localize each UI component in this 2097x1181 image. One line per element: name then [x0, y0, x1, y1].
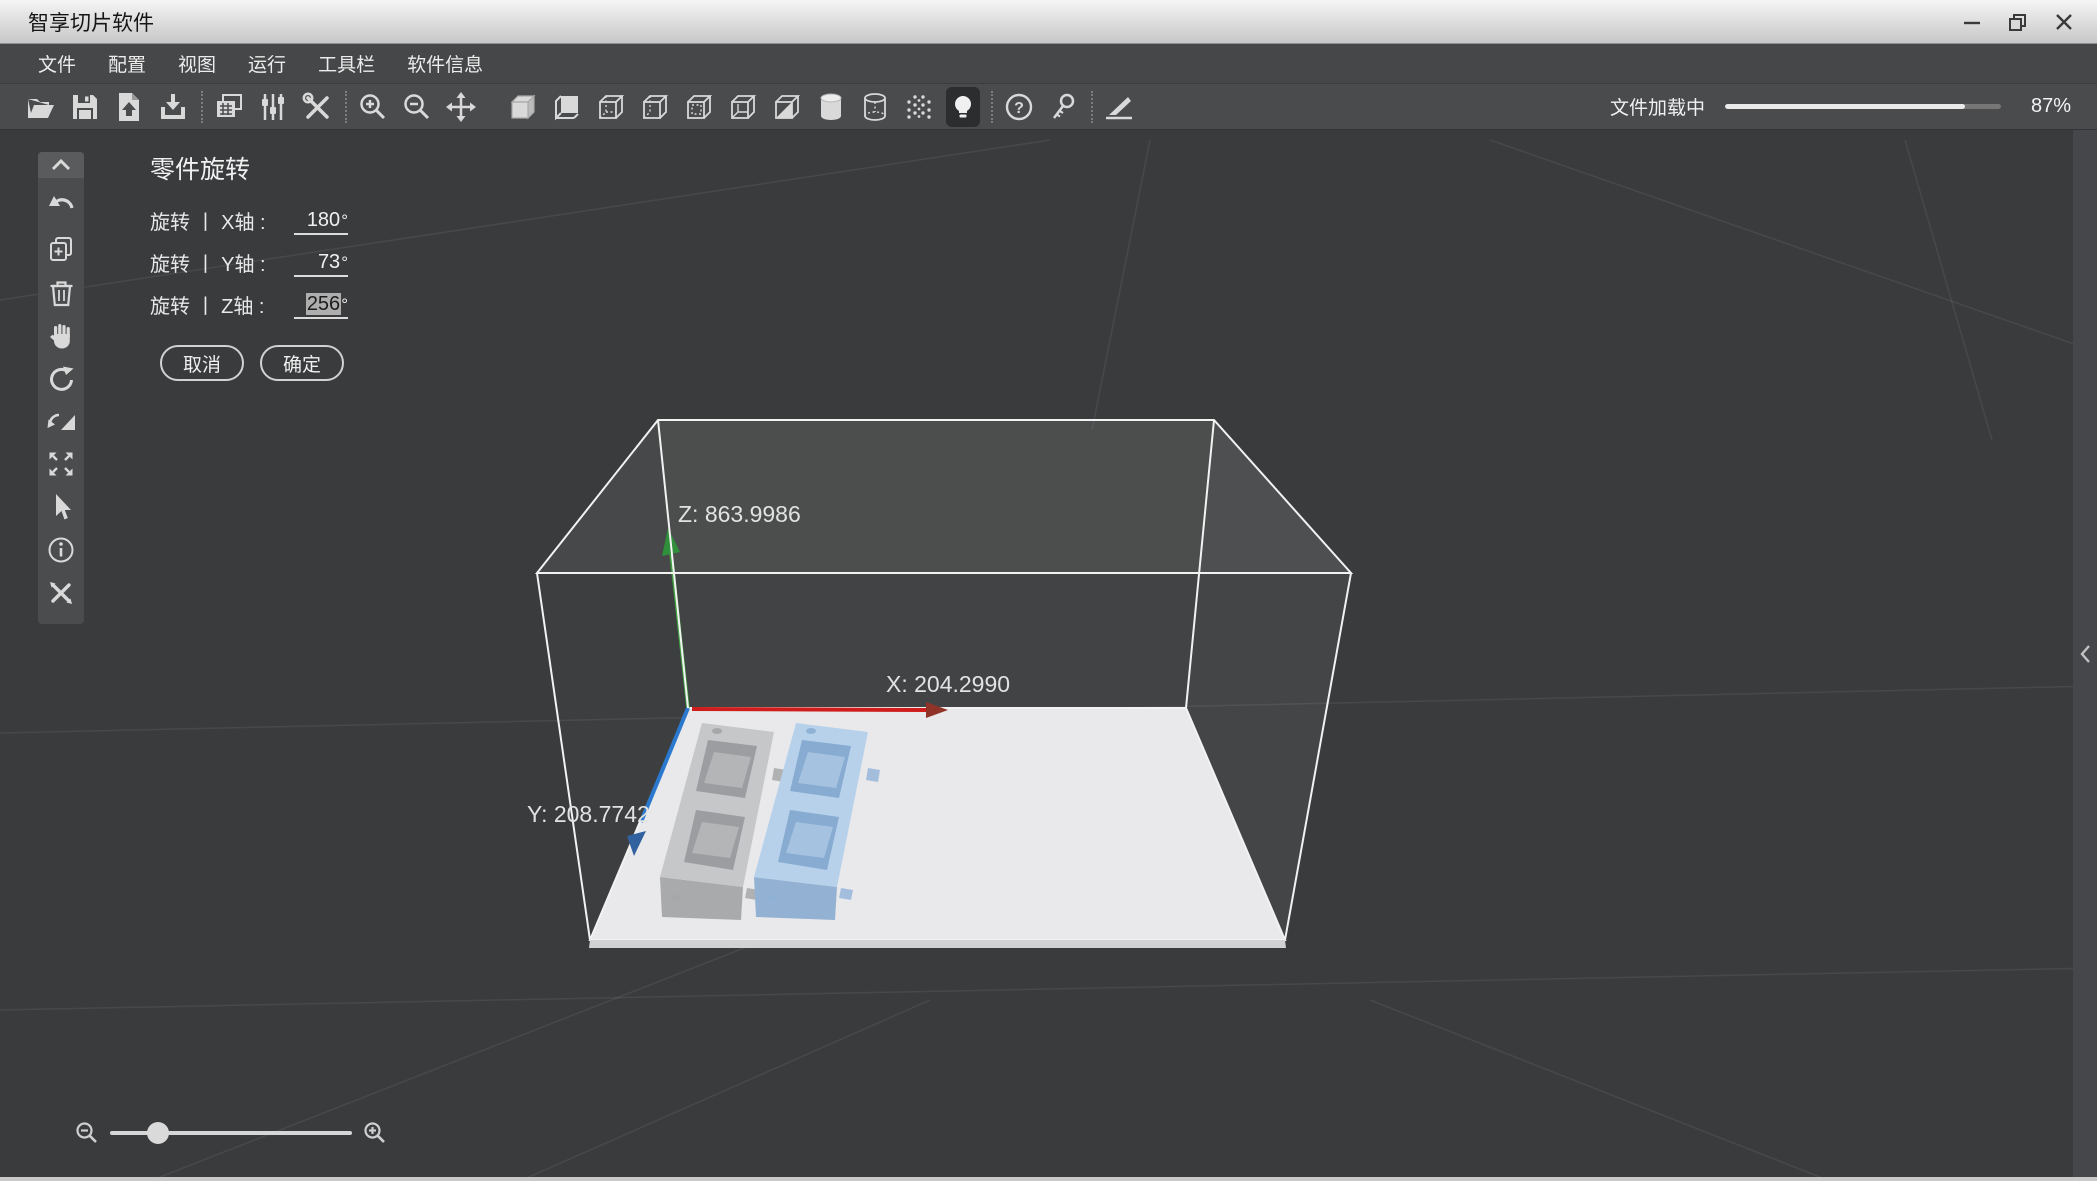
title-bar: 智享切片软件: [0, 0, 2097, 44]
menu-about[interactable]: 软件信息: [401, 46, 489, 81]
app-title: 智享切片软件: [28, 11, 154, 35]
toolbar-separator: [1091, 90, 1093, 123]
close-button[interactable]: [2041, 0, 2087, 44]
rotate-ccw-icon[interactable]: [41, 358, 81, 398]
progress-percent: 87%: [2030, 95, 2071, 117]
menu-config[interactable]: 配置: [102, 46, 152, 81]
rotate-z-row: 旋转 丨 Z轴 : 256°: [150, 290, 348, 319]
window-controls: [1949, 0, 2087, 44]
panel-buttons: 取消 确定: [160, 345, 380, 381]
view-open-box-icon[interactable]: [726, 87, 760, 127]
copy-plate-icon[interactable]: [212, 87, 246, 127]
file-loading-progress: 文件加载中 87%: [1610, 93, 2071, 120]
progress-fill: [1725, 104, 1966, 109]
duplicate-icon[interactable]: [41, 229, 81, 269]
repair-tools-icon[interactable]: [41, 573, 81, 613]
rotate-y-row: 旋转 丨 Y轴 : 73°: [150, 248, 348, 277]
rotate-x-label: 旋转 丨 X轴 :: [150, 212, 266, 234]
degree-sign: °: [341, 253, 348, 272]
rotate-z-input[interactable]: 256°: [294, 293, 348, 319]
pan-hand-icon[interactable]: [41, 315, 81, 355]
rotate-y-label: 旋转 丨 Y轴 :: [150, 254, 266, 276]
part-rotation-panel: 零件旋转 旋转 丨 X轴 : 180° 旋转 丨 Y轴 : 73° 旋转 丨 Z…: [150, 150, 380, 381]
left-tool-strip: [38, 152, 84, 624]
menu-run[interactable]: 运行: [242, 46, 292, 81]
light-toggle-icon[interactable]: [946, 86, 980, 127]
svg-text:?: ?: [1014, 100, 1024, 117]
undo-icon[interactable]: [41, 186, 81, 226]
degree-sign: °: [341, 211, 348, 230]
view-section-icon[interactable]: [770, 87, 804, 127]
view-backface-icon[interactable]: [550, 87, 584, 127]
help-icon[interactable]: ?: [1002, 87, 1036, 127]
menu-toolbar[interactable]: 工具栏: [312, 46, 381, 81]
progress-label: 文件加载中: [1609, 98, 1705, 119]
rotate-z-label: 旋转 丨 Z轴 :: [150, 296, 265, 318]
progress-bar: [1725, 104, 2001, 109]
rotate-y-input[interactable]: 73°: [294, 251, 348, 277]
x-axis-label: X: 204.2990: [886, 671, 1010, 697]
cancel-button[interactable]: 取消: [160, 345, 244, 381]
panel-title: 零件旋转: [150, 156, 251, 184]
zoom-out-icon[interactable]: [400, 87, 434, 127]
zoom-slider-track[interactable]: [110, 1131, 352, 1135]
zoom-in-plus-icon[interactable]: [362, 1120, 388, 1146]
toolbar-separator: [991, 90, 993, 123]
save-file-icon[interactable]: [68, 87, 102, 127]
view-wireframe-3-icon[interactable]: [682, 87, 716, 127]
view-wireframe-1-icon[interactable]: [594, 87, 628, 127]
cylinder-solid-icon[interactable]: [814, 87, 848, 127]
slice-knife-icon[interactable]: [1102, 87, 1136, 127]
parameter-sliders-icon[interactable]: [256, 87, 290, 127]
menu-file[interactable]: 文件: [32, 46, 82, 81]
viewport-zoom-control: [74, 1116, 388, 1150]
minimize-button[interactable]: [1949, 0, 1995, 44]
zoom-out-minus-icon[interactable]: [74, 1120, 100, 1146]
info-icon[interactable]: [41, 530, 81, 570]
chevron-left-icon: [2080, 644, 2090, 663]
menu-view[interactable]: 视图: [172, 46, 222, 81]
selected-text: 256: [305, 293, 342, 315]
rotate-x-input[interactable]: 180°: [294, 209, 348, 235]
open-file-icon[interactable]: [24, 87, 58, 127]
mirror-icon[interactable]: [41, 401, 81, 441]
tools-icon[interactable]: [300, 87, 334, 127]
build-plate-edge: [589, 940, 1286, 948]
z-axis-label: Z: 863.9986: [678, 501, 801, 527]
right-panel-toggle[interactable]: [2073, 130, 2097, 1177]
rotate-x-row: 旋转 丨 X轴 : 180°: [150, 206, 348, 235]
toolbar-separator: [201, 90, 203, 123]
delete-icon[interactable]: [41, 272, 81, 312]
move-icon[interactable]: [444, 87, 478, 127]
collapse-up-icon[interactable]: [38, 152, 84, 178]
restore-button[interactable]: [1995, 0, 2041, 44]
zoom-in-icon[interactable]: [356, 87, 390, 127]
point-cloud-icon[interactable]: [902, 87, 936, 127]
main-toolbar: ? 文件加载中 87%: [0, 84, 2097, 130]
select-cursor-icon[interactable]: [41, 487, 81, 527]
confirm-button[interactable]: 确定: [260, 345, 344, 381]
zoom-slider-thumb[interactable]: [147, 1122, 170, 1144]
import-model-icon[interactable]: [112, 87, 146, 127]
menu-bar: 文件 配置 视图 运行 工具栏 软件信息: [0, 44, 2097, 84]
y-axis-label: Y: 208.7742: [527, 801, 650, 827]
zoom-slider[interactable]: [110, 1116, 352, 1150]
export-file-icon[interactable]: [156, 87, 190, 127]
view-solid-icon[interactable]: [506, 87, 540, 127]
view-wireframe-2-icon[interactable]: [638, 87, 672, 127]
cylinder-wireframe-icon[interactable]: [858, 87, 892, 127]
fit-view-icon[interactable]: [41, 444, 81, 484]
window-bottom-border: [0, 1177, 2097, 1181]
degree-sign: °: [341, 295, 348, 314]
toolbar-separator: [345, 90, 347, 123]
license-key-icon[interactable]: [1046, 87, 1080, 127]
